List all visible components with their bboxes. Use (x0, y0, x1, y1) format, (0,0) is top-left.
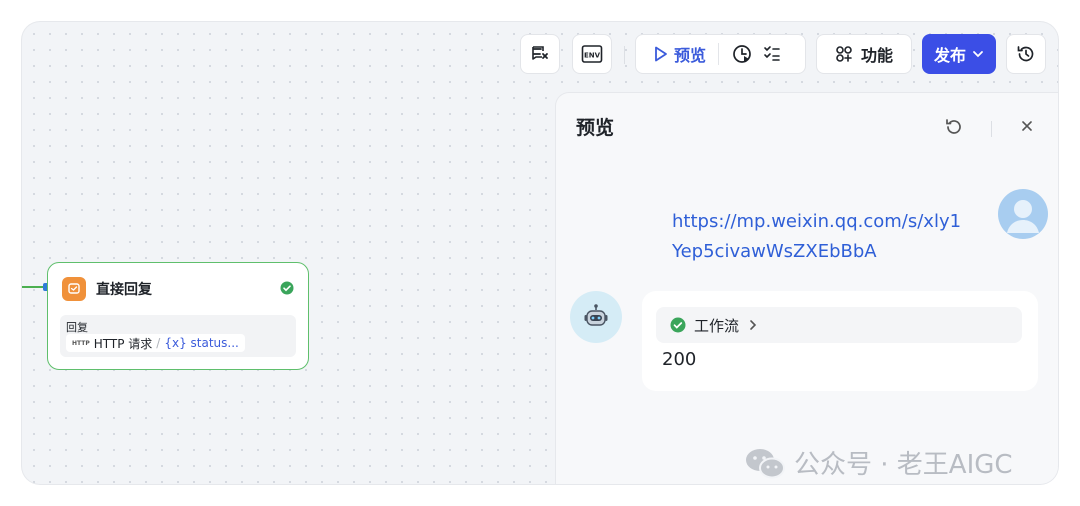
toolbar-group-divider (718, 43, 719, 65)
workflow-label: 工作流 (694, 316, 740, 335)
watermark: 公众号 · 老王AIGC (744, 444, 1013, 481)
env-variables-button[interactable]: ENV (572, 34, 612, 74)
user-message: https://mp.weixin.qq.com/s/xly1Yep5civaw… (672, 211, 962, 262)
close-icon[interactable] (1020, 119, 1034, 133)
source-node-label: HTTP 请求 (93, 336, 153, 351)
check-circle-icon (670, 317, 686, 333)
publish-button[interactable]: 发布 (922, 34, 996, 74)
version-history-button[interactable] (1006, 34, 1046, 74)
preview-panel: 预览 https://mp.weixin.qq.com/s/xly1Yep5ci… (555, 92, 1058, 484)
publish-label: 发布 (933, 46, 966, 65)
features-label: 功能 (860, 46, 893, 65)
toolbar-divider (624, 46, 625, 64)
history-run-icon (733, 45, 751, 63)
features-icon (836, 46, 852, 62)
panel-header-divider (991, 121, 992, 137)
node-title: 直接回复 (96, 282, 152, 298)
user-avatar-icon (998, 189, 1048, 239)
chevron-down-icon (973, 51, 983, 58)
http-mini-icon: HTTP (72, 339, 90, 347)
answer-node[interactable]: 直接回复 回复 HTTP HTTP 请求 / {x} status... (47, 262, 309, 370)
check-circle-icon (280, 281, 294, 295)
node-section-label: 回复 (66, 321, 88, 334)
watermark-text: 公众号 · 老王AIGC (794, 450, 1013, 480)
chevron-right-icon (750, 320, 757, 330)
version-history-icon (1017, 46, 1034, 62)
checklist-icon (764, 46, 780, 61)
panel-title: 预览 (576, 117, 615, 139)
run-preview-label: 预览 (673, 46, 706, 65)
variable-reference-chip[interactable]: HTTP HTTP 请求 / {x} status... (66, 334, 245, 352)
chip-separator: / (156, 336, 161, 350)
play-icon (655, 46, 667, 62)
bot-result-text: 200 (662, 349, 697, 370)
features-button[interactable]: 功能 (816, 34, 912, 74)
variable-name: {x} status... (164, 336, 239, 350)
wechat-icon (746, 448, 785, 478)
refresh-icon[interactable] (944, 117, 964, 137)
robot-icon (570, 291, 622, 343)
reply-icon (62, 277, 86, 301)
svg-text:ENV: ENV (584, 52, 601, 60)
run-history-button[interactable] (727, 44, 757, 64)
env-icon: ENV (581, 45, 603, 63)
clear-checklist-icon (532, 46, 548, 60)
workflow-process-toggle[interactable]: 工作流 (656, 307, 1022, 343)
node-body: 回复 HTTP HTTP 请求 / {x} status... (60, 315, 296, 357)
run-preview-button[interactable]: 预览 (654, 42, 718, 66)
clear-variables-button[interactable] (520, 34, 560, 74)
workflow-canvas[interactable]: ENV 预览 功能 发布 直接回复 回复 HTTP HTTP 请求 / {x} … (22, 22, 1058, 484)
run-group: 预览 (635, 34, 806, 74)
bot-response-card: 工作流 200 (642, 291, 1038, 391)
checklist-button[interactable] (757, 45, 787, 63)
